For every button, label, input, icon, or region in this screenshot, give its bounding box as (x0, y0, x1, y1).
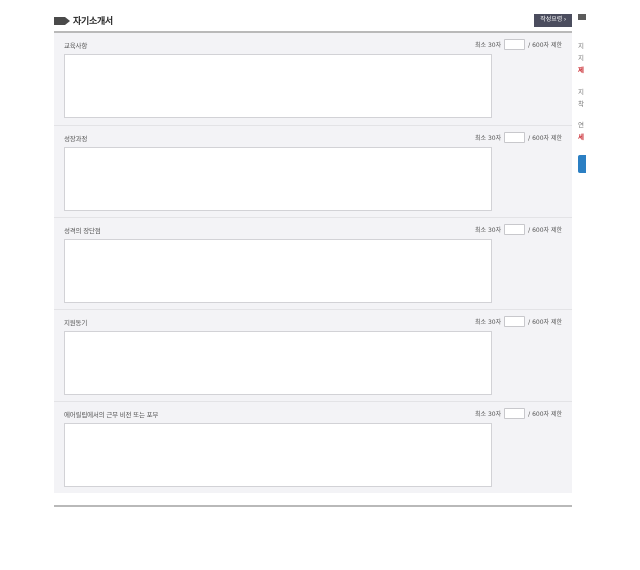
answer-textarea-personality[interactable] (64, 239, 492, 303)
char-count-box (504, 408, 526, 419)
char-counter: 최소 30자 / 600자 제한 (475, 408, 562, 419)
char-counter: 최소 30자 / 600자 제한 (475, 316, 562, 327)
char-count-box (504, 224, 526, 235)
question-label: 성장과정 (64, 135, 88, 143)
essay-form: 교육사항 최소 30자 / 600자 제한 성장과정 최소 30자 / 600자… (54, 33, 572, 493)
question-label: 교육사항 (64, 42, 88, 50)
min-length-text: 최소 30자 (475, 135, 502, 142)
answer-textarea-vision[interactable] (64, 423, 492, 487)
char-count-box (504, 316, 526, 327)
essay-section-motivation: 지원동기 최소 30자 / 600자 제한 (54, 309, 572, 401)
page-title: 자기소개서 (73, 17, 113, 27)
answer-textarea-growth[interactable] (64, 147, 492, 211)
side-text-line: 지 (578, 54, 584, 62)
pencil-tag-icon (54, 17, 70, 25)
max-length-text: / 600자 제한 (528, 411, 562, 418)
side-text-line: 지 (578, 88, 584, 96)
side-text-line: 착 (578, 100, 584, 108)
footer-divider (54, 505, 572, 507)
side-text-line: 지 (578, 42, 584, 50)
side-text-line: 연 (578, 121, 584, 129)
answer-textarea-motivation[interactable] (64, 331, 492, 395)
essay-section-personality: 성격의 장단점 최소 30자 / 600자 제한 (54, 217, 572, 309)
section-header: 자기소개서 작성요령 › (54, 12, 572, 33)
side-text-line-highlight: 세 (578, 133, 584, 141)
essay-section-vision: 에어릴립에서의 근무 비전 또는 포부 최소 30자 / 600자 제한 (54, 401, 572, 493)
min-length-text: 최소 30자 (475, 42, 502, 49)
essay-section-growth: 성장과정 최소 30자 / 600자 제한 (54, 125, 572, 217)
side-action-button[interactable] (578, 155, 586, 173)
answer-textarea-education[interactable] (64, 54, 492, 118)
char-counter: 최소 30자 / 600자 제한 (475, 132, 562, 143)
question-label: 에어릴립에서의 근무 비전 또는 포부 (64, 411, 159, 419)
max-length-text: / 600자 제한 (528, 227, 562, 234)
writing-guide-button[interactable]: 작성요령 › (534, 14, 572, 27)
question-label: 성격의 장단점 (64, 227, 101, 235)
side-text-line-highlight: 제 (578, 66, 584, 74)
side-panel-icon (578, 14, 586, 20)
question-label: 지원동기 (64, 319, 88, 327)
min-length-text: 최소 30자 (475, 227, 502, 234)
char-count-box (504, 132, 526, 143)
essay-section-education: 교육사항 최소 30자 / 600자 제한 (54, 33, 572, 125)
side-panel: 지 지 제 지 착 연 세 (575, 0, 640, 200)
min-length-text: 최소 30자 (475, 319, 502, 326)
char-counter: 최소 30자 / 600자 제한 (475, 39, 562, 50)
min-length-text: 최소 30자 (475, 411, 502, 418)
max-length-text: / 600자 제한 (528, 319, 562, 326)
char-count-box (504, 39, 526, 50)
char-counter: 최소 30자 / 600자 제한 (475, 224, 562, 235)
max-length-text: / 600자 제한 (528, 135, 562, 142)
max-length-text: / 600자 제한 (528, 42, 562, 49)
